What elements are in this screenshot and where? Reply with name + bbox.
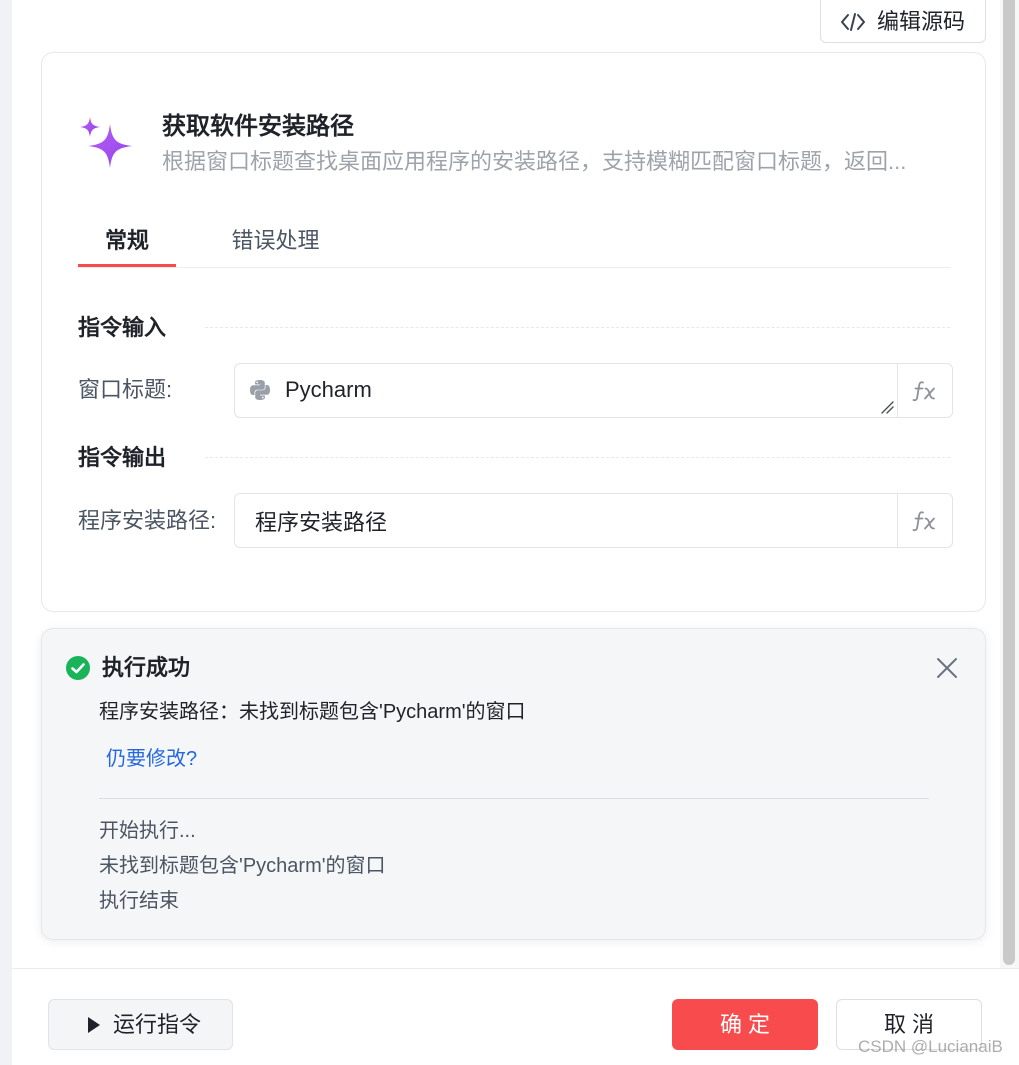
command-description: 根据窗口标题查找桌面应用程序的安装路径，支持模糊匹配窗口标题，返回... <box>162 149 907 174</box>
edit-source-button[interactable]: 编辑源码 <box>820 0 986 43</box>
command-card: 获取软件安装路径 根据窗口标题查找桌面应用程序的安装路径，支持模糊匹配窗口标题，… <box>41 52 986 612</box>
scrollbar-thumb[interactable] <box>1003 0 1015 965</box>
log-line: 执行结束 <box>99 890 179 912</box>
code-icon <box>841 12 865 31</box>
install-path-input-area <box>235 494 897 547</box>
window-title-label: 窗口标题: <box>78 377 173 402</box>
watermark: CSDN @LucianaiB <box>858 1037 1003 1056</box>
tab-divider <box>78 267 950 268</box>
input-section-divider <box>205 327 950 328</box>
edit-source-label: 编辑源码 <box>877 8 966 34</box>
confirm-label: 确 定 <box>719 1011 771 1037</box>
left-gutter <box>0 0 12 1065</box>
command-title: 获取软件安装路径 <box>162 113 354 140</box>
output-section-heading: 指令输出 <box>78 445 167 470</box>
tab-error-handling[interactable]: 错误处理 <box>203 226 348 267</box>
install-path-fx-button[interactable] <box>897 494 952 547</box>
install-path-field <box>234 493 953 548</box>
install-path-label: 程序安装路径: <box>78 508 217 533</box>
input-section-heading: 指令输入 <box>78 315 167 340</box>
run-command-label: 运行指令 <box>113 1011 202 1037</box>
result-status-title: 执行成功 <box>102 655 191 680</box>
window-title-input-area: Pycharm <box>235 364 897 417</box>
output-section-divider <box>205 457 950 458</box>
log-line: 未找到标题包含'Pycharm'的窗口 <box>99 855 386 877</box>
function-icon <box>912 510 935 531</box>
edit-anyway-link[interactable]: 仍要修改? <box>106 744 197 774</box>
python-icon <box>250 380 270 400</box>
log-line: 开始执行... <box>99 820 196 842</box>
play-icon <box>88 1016 100 1033</box>
result-message: 程序安装路径：未找到标题包含'Pycharm'的窗口 <box>99 701 526 723</box>
function-icon <box>912 380 935 401</box>
run-command-button[interactable]: 运行指令 <box>48 999 233 1050</box>
close-icon[interactable] <box>936 657 958 679</box>
sparkle-icon <box>80 117 132 168</box>
window-title-field: Pycharm <box>234 363 953 418</box>
check-circle-icon <box>66 656 90 680</box>
tab-general[interactable]: 常规 <box>78 226 176 267</box>
window-title-input[interactable]: Pycharm <box>235 364 897 417</box>
execution-log: 开始执行... 未找到标题包含'Pycharm'的窗口 执行结束 <box>99 814 386 919</box>
execution-result-panel: 执行成功 程序安装路径：未找到标题包含'Pycharm'的窗口 仍要修改? 开始… <box>41 628 986 940</box>
install-path-input[interactable] <box>235 494 897 547</box>
window-title-fx-button[interactable] <box>897 364 952 417</box>
resize-handle-icon[interactable] <box>880 400 894 414</box>
dialog-page: 编辑源码 获取软件安装路径 根据窗口标题查找桌面应用程序的安装路径，支持模糊匹配… <box>0 0 1019 1065</box>
confirm-button[interactable]: 确 定 <box>672 999 818 1050</box>
result-divider <box>99 798 929 799</box>
